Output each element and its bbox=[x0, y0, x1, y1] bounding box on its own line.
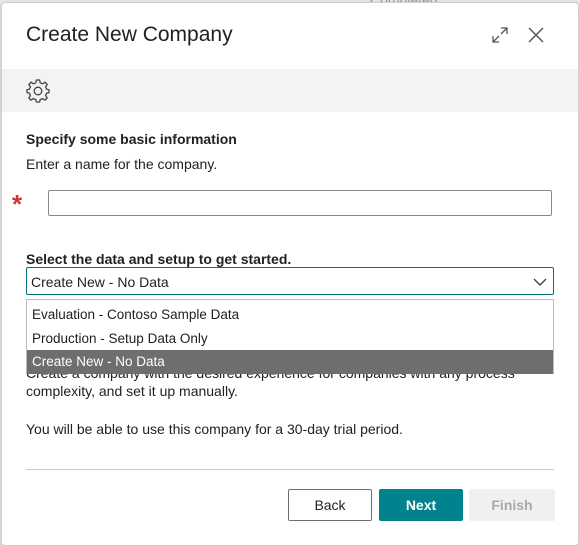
basic-info-description: Enter a name for the company. bbox=[26, 156, 218, 172]
option-description: complexity, and set it up manually. bbox=[26, 383, 238, 399]
create-company-dialog: Create New Company Specify some basic in… bbox=[1, 2, 579, 546]
selected-option-value: Create New - No Data bbox=[31, 274, 169, 290]
back-button[interactable]: Back bbox=[288, 489, 372, 521]
expand-button[interactable] bbox=[488, 23, 512, 47]
trial-note: You will be able to use this company for… bbox=[26, 421, 403, 437]
data-setup-dropdown: Evaluation - Contoso Sample Data Product… bbox=[26, 299, 554, 374]
footer-divider bbox=[26, 469, 554, 470]
option-evaluation[interactable]: Evaluation - Contoso Sample Data bbox=[27, 303, 553, 327]
required-indicator: * bbox=[12, 189, 23, 219]
next-button[interactable]: Next bbox=[379, 489, 463, 521]
chevron-down-icon bbox=[533, 278, 547, 286]
data-setup-select[interactable]: Create New - No Data bbox=[26, 267, 554, 295]
option-production[interactable]: Production - Setup Data Only bbox=[27, 327, 553, 351]
company-name-input[interactable] bbox=[48, 190, 552, 216]
expand-icon bbox=[492, 27, 508, 43]
option-create-new[interactable]: Create New - No Data bbox=[27, 350, 553, 374]
close-button[interactable] bbox=[524, 23, 548, 47]
close-icon bbox=[528, 27, 544, 43]
basic-info-heading: Specify some basic information bbox=[26, 131, 237, 147]
dialog-toolbar bbox=[2, 69, 578, 112]
gear-icon[interactable] bbox=[25, 78, 51, 104]
data-setup-heading: Select the data and setup to get started… bbox=[26, 251, 292, 267]
dialog-title: Create New Company bbox=[26, 23, 233, 46]
finish-button[interactable]: Finish bbox=[469, 489, 555, 521]
